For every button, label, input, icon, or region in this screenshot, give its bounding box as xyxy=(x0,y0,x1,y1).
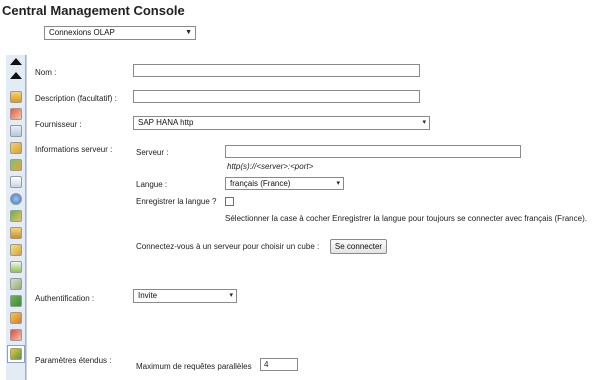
parametres-etendus-label: Paramètres étendus : xyxy=(35,356,112,365)
enregistrer-langue-label: Enregistrer la langue ? xyxy=(136,197,217,206)
category-select-value: Connexions OLAP xyxy=(49,28,115,37)
tools-icon[interactable] xyxy=(10,108,22,120)
chevron-down-icon: ▼ xyxy=(185,29,192,36)
fournisseur-select[interactable]: SAP HANA http ▾ xyxy=(133,116,430,130)
properties-icon[interactable] xyxy=(10,142,22,154)
max-requests-label: Maximum de requêtes parallèles xyxy=(136,362,252,371)
folder-icon[interactable] xyxy=(10,91,22,103)
scroll-up-icon[interactable] xyxy=(10,72,22,79)
nom-label: Nom : xyxy=(35,68,57,77)
sidebar-divider xyxy=(26,55,27,380)
serveur-label: Serveur : xyxy=(136,148,169,157)
connect-button[interactable]: Se connecter xyxy=(330,239,387,254)
serveur-hint: http(s)://<server>:<port> xyxy=(227,162,314,171)
fournisseur-label: Fournisseur : xyxy=(35,120,82,129)
sidebar xyxy=(6,55,26,380)
enregistrer-langue-hint: Sélectionner la case à cocher Enregistre… xyxy=(225,214,587,223)
calendar-icon[interactable] xyxy=(10,125,22,137)
authentification-select-value: Invite xyxy=(138,291,158,300)
scroll-up-icon[interactable] xyxy=(10,58,22,65)
description-input[interactable] xyxy=(133,90,420,103)
langue-label: Langue : xyxy=(136,180,168,189)
max-requests-input[interactable]: 4 xyxy=(260,358,298,371)
description-label: Description (facultatif) : xyxy=(35,94,117,103)
category-select[interactable]: Connexions OLAP ▼ xyxy=(44,26,196,40)
fournisseur-select-value: SAP HANA http xyxy=(138,118,194,127)
document-icon[interactable] xyxy=(10,176,22,188)
nom-input[interactable] xyxy=(133,64,420,77)
connection-icon[interactable] xyxy=(10,348,22,360)
app-title: Central Management Console xyxy=(2,3,185,18)
connect-prompt: Connectez-vous à un serveur pour choisir… xyxy=(136,242,320,251)
authentification-label: Authentification : xyxy=(35,294,95,303)
pin-icon[interactable] xyxy=(10,329,22,341)
network-icon[interactable] xyxy=(10,295,22,307)
user-group-icon[interactable] xyxy=(10,210,22,222)
langue-select[interactable]: français (France) ▾ xyxy=(225,177,344,190)
key-icon[interactable] xyxy=(10,244,22,256)
enregistrer-langue-checkbox[interactable] xyxy=(225,197,234,206)
chevron-down-icon: ▾ xyxy=(336,180,340,187)
langue-select-value: français (France) xyxy=(230,179,291,188)
serveur-input[interactable] xyxy=(225,145,521,158)
stamp-icon[interactable] xyxy=(10,312,22,324)
informations-serveur-label: Informations serveur : xyxy=(35,145,113,154)
users-icon[interactable] xyxy=(10,159,22,171)
authentification-select[interactable]: Invite ▾ xyxy=(133,289,237,303)
settings-icon[interactable] xyxy=(10,278,22,290)
info-icon[interactable] xyxy=(10,193,22,205)
lock-icon[interactable] xyxy=(10,227,22,239)
chevron-down-icon: ▾ xyxy=(229,292,233,299)
chevron-down-icon: ▾ xyxy=(422,119,426,126)
report-icon[interactable] xyxy=(10,261,22,273)
